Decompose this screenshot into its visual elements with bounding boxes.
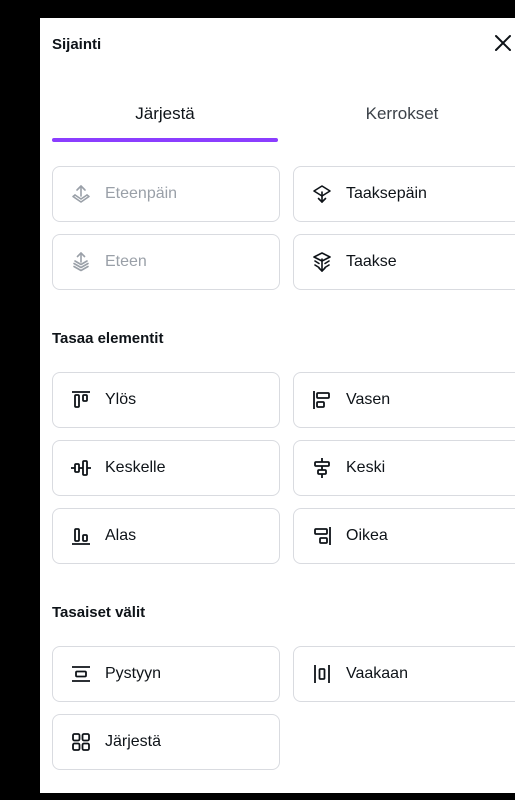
tidy-up-button[interactable]: Järjestä	[52, 714, 280, 770]
align-center-button[interactable]: Keski	[293, 440, 515, 496]
to-back-button[interactable]: Taakse	[293, 234, 515, 290]
space-horizontal-button[interactable]: Vaakaan	[293, 646, 515, 702]
close-icon[interactable]	[492, 32, 514, 54]
align-middle-icon	[69, 456, 93, 480]
align-right-button[interactable]: Oikea	[293, 508, 515, 564]
position-panel: Sijainti Järjestä Kerrokset Eteenpäin Ta…	[40, 18, 515, 793]
grid-icon	[69, 730, 93, 754]
backward-button[interactable]: Taaksepäin	[293, 166, 515, 222]
spacing-section-title: Tasaiset välit	[52, 604, 146, 621]
panel-title: Sijainti	[52, 36, 102, 53]
align-top-icon	[69, 388, 93, 412]
space-vertical-label: Pystyyn	[105, 665, 162, 682]
to-front-button[interactable]: Eteen	[52, 234, 280, 290]
align-right-label: Oikea	[346, 527, 388, 544]
space-horizontal-label: Vaakaan	[346, 665, 408, 682]
active-tab-indicator	[52, 138, 278, 142]
align-top-label: Ylös	[105, 391, 137, 408]
to-back-label: Taakse	[346, 253, 397, 270]
align-center-label: Keski	[346, 459, 386, 476]
align-middle-button[interactable]: Keskelle	[52, 440, 280, 496]
tidy-up-label: Järjestä	[105, 733, 162, 750]
forward-button[interactable]: Eteenpäin	[52, 166, 280, 222]
tab-layers[interactable]: Kerrokset	[292, 104, 512, 124]
space-vertically-icon	[69, 662, 93, 686]
align-bottom-button[interactable]: Alas	[52, 508, 280, 564]
space-horizontally-icon	[310, 662, 334, 686]
forward-label: Eteenpäin	[105, 185, 178, 202]
align-left-icon	[310, 388, 334, 412]
align-center-icon	[310, 456, 334, 480]
align-bottom-icon	[69, 524, 93, 548]
send-to-back-icon	[310, 250, 334, 274]
tab-arrange[interactable]: Järjestä	[52, 104, 278, 124]
align-right-icon	[310, 524, 334, 548]
align-section-title: Tasaa elementit	[52, 330, 164, 347]
send-backward-icon	[310, 182, 334, 206]
backward-label: Taaksepäin	[346, 185, 427, 202]
bring-forward-icon	[69, 182, 93, 206]
bring-to-front-icon	[69, 250, 93, 274]
align-top-button[interactable]: Ylös	[52, 372, 280, 428]
align-bottom-label: Alas	[105, 527, 137, 544]
to-front-label: Eteen	[105, 253, 147, 270]
space-vertical-button[interactable]: Pystyyn	[52, 646, 280, 702]
align-middle-label: Keskelle	[105, 459, 166, 476]
align-left-button[interactable]: Vasen	[293, 372, 515, 428]
align-left-label: Vasen	[346, 391, 391, 408]
